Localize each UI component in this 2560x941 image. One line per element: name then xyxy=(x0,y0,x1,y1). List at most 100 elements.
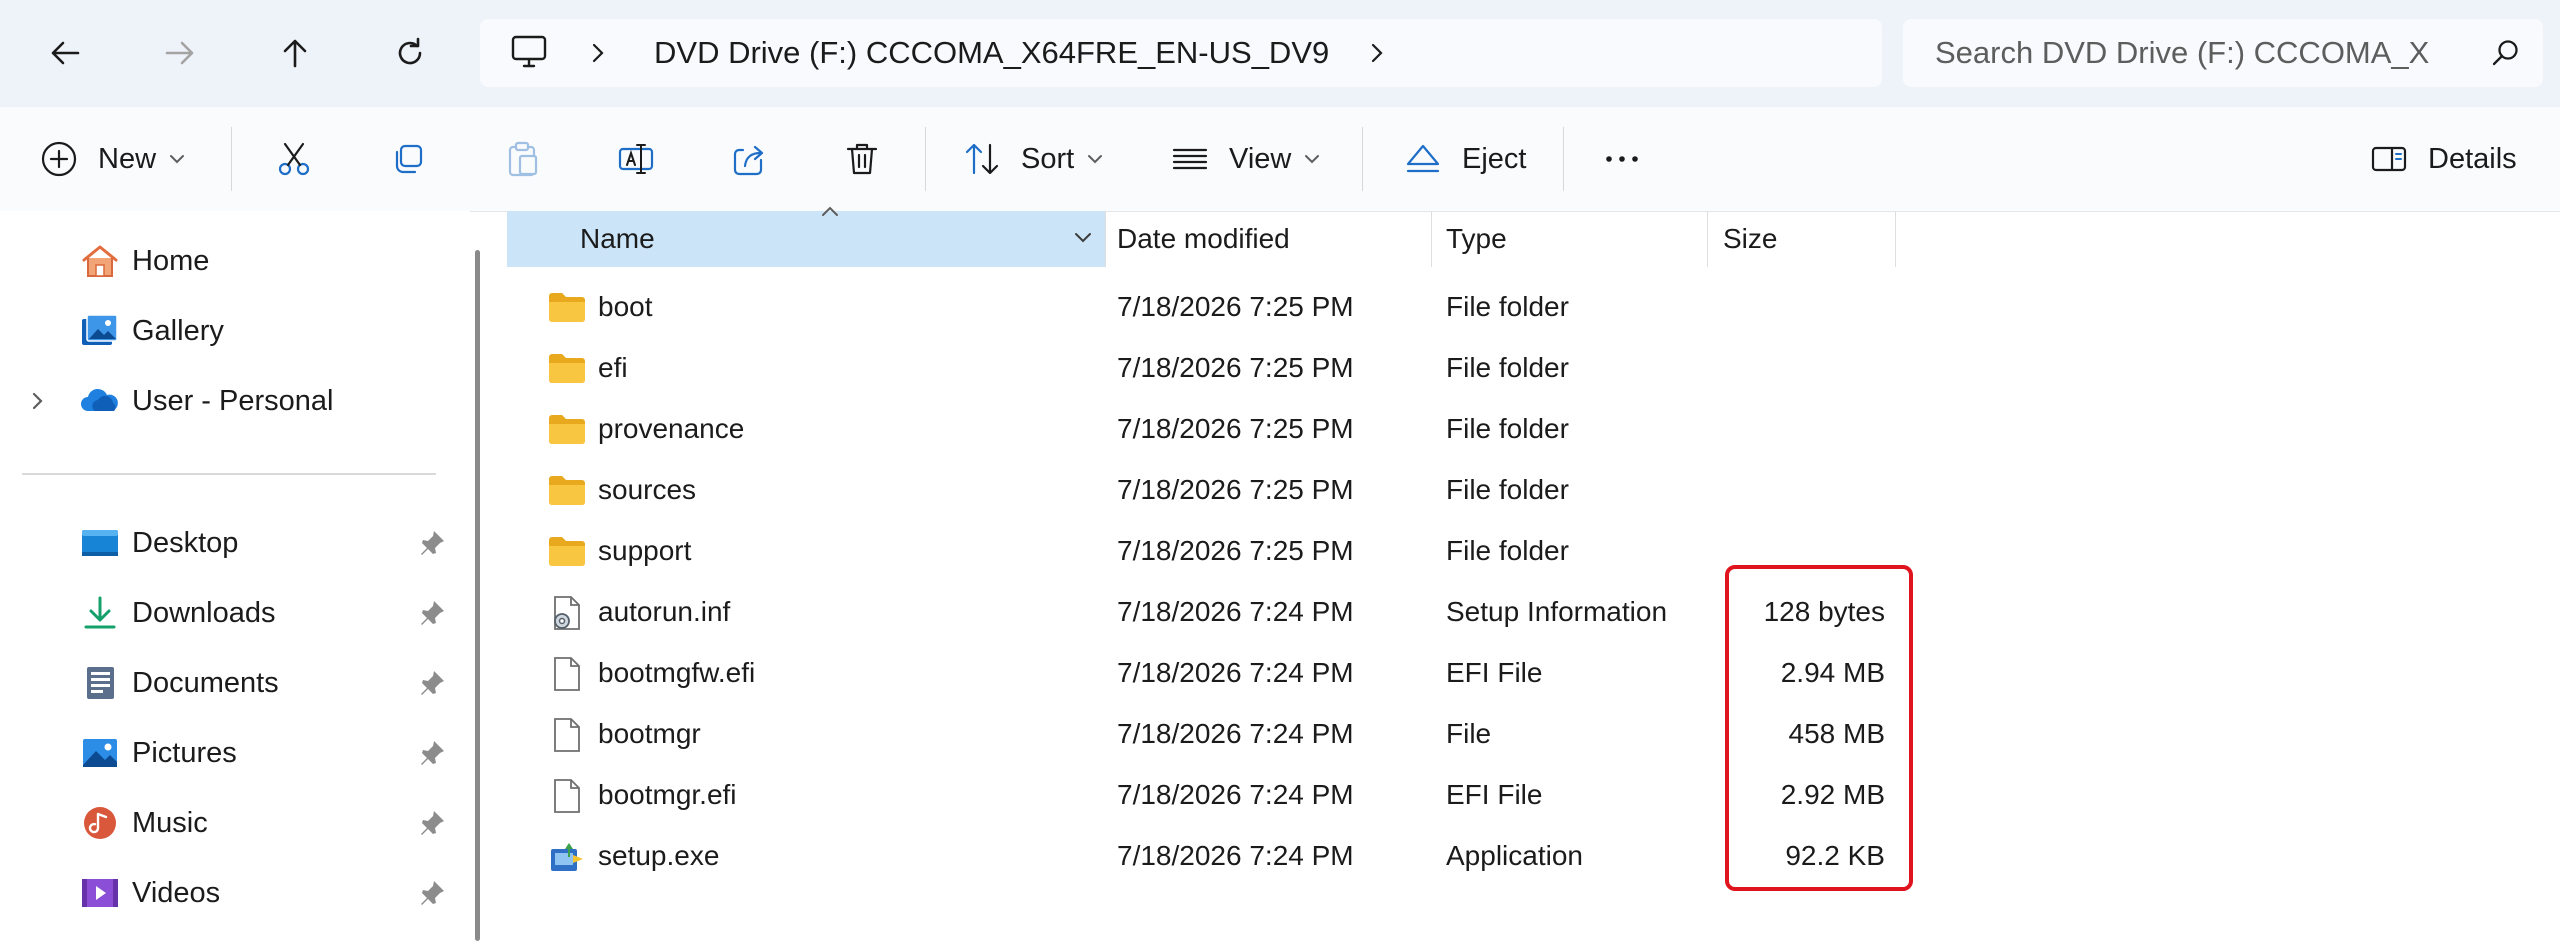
file-type: File folder xyxy=(1446,291,1569,322)
file-icon xyxy=(554,779,580,813)
search-placeholder[interactable]: Search DVD Drive (F:) CCCOMA_X xyxy=(1935,34,2467,72)
file-row[interactable]: autorun.inf 7/18/2026 7:24 PM Setup Info… xyxy=(505,582,1905,642)
details-pane-button[interactable]: Details xyxy=(2370,129,2517,189)
file-date: 7/18/2026 7:24 PM xyxy=(1117,779,1354,810)
file-row[interactable]: setup.exe 7/18/2026 7:24 PM Application … xyxy=(505,826,1905,886)
column-header-type[interactable]: Type xyxy=(1446,211,1507,267)
pin-icon[interactable] xyxy=(420,529,446,557)
column-header-date[interactable]: Date modified xyxy=(1117,211,1290,267)
file-row[interactable]: bootmgr.efi 7/18/2026 7:24 PM EFI File 2… xyxy=(505,765,1905,825)
toolbar-divider xyxy=(1362,127,1363,191)
chevron-right-icon[interactable] xyxy=(588,41,608,65)
chevron-down-icon[interactable] xyxy=(1072,209,1094,265)
file-name: support xyxy=(598,535,692,566)
pin-icon[interactable] xyxy=(420,669,446,697)
file-row[interactable]: efi 7/18/2026 7:25 PM File folder xyxy=(505,338,1905,398)
pin-icon[interactable] xyxy=(420,739,446,767)
desktop-icon xyxy=(82,530,118,556)
sidebar-item-videos[interactable]: Videos xyxy=(0,863,470,923)
view-label: View xyxy=(1229,142,1292,175)
sidebar-item-desktop[interactable]: Desktop xyxy=(0,513,470,573)
column-header-name[interactable]: Name xyxy=(507,206,1105,267)
file-row[interactable]: boot 7/18/2026 7:25 PM File folder xyxy=(505,277,1905,337)
sidebar-item-user-personal[interactable]: User - Personal xyxy=(0,371,470,431)
rename-button[interactable] xyxy=(617,129,655,189)
file-name: bootmgr.efi xyxy=(598,779,737,810)
address-path[interactable]: DVD Drive (F:) CCCOMA_X64FRE_EN-US_DV9 xyxy=(654,34,1329,72)
file-date: 7/18/2026 7:24 PM xyxy=(1117,657,1354,688)
back-button[interactable] xyxy=(34,22,96,84)
chevron-right-icon[interactable] xyxy=(1367,41,1387,65)
documents-icon xyxy=(87,667,114,699)
toolbar-divider xyxy=(231,127,232,191)
setup-exe-icon xyxy=(551,843,583,871)
file-type: Application xyxy=(1446,840,1583,871)
file-type: File folder xyxy=(1446,474,1569,505)
copy-icon xyxy=(395,144,423,174)
paste-button[interactable] xyxy=(503,129,541,189)
column-divider[interactable] xyxy=(1895,211,1896,267)
refresh-button[interactable] xyxy=(379,22,441,84)
pin-icon[interactable] xyxy=(420,879,446,907)
cut-button[interactable] xyxy=(275,129,313,189)
file-list: Name Date modified Type Size boot 7/18/2… xyxy=(505,206,2560,941)
sidebar-scrollbar[interactable] xyxy=(475,250,480,941)
column-divider[interactable] xyxy=(1431,211,1432,267)
forward-button[interactable] xyxy=(149,22,211,84)
folder-icon xyxy=(549,476,585,505)
delete-button[interactable] xyxy=(843,129,881,189)
new-label: New xyxy=(98,142,157,175)
sort-button[interactable]: Sort xyxy=(963,129,1104,189)
pictures-icon xyxy=(83,739,117,767)
address-field[interactable]: DVD Drive (F:) CCCOMA_X64FRE_EN-US_DV9 xyxy=(480,19,1882,87)
file-row[interactable]: bootmgr 7/18/2026 7:24 PM File 458 MB xyxy=(505,704,1905,764)
file-date: 7/18/2026 7:24 PM xyxy=(1117,718,1354,749)
more-options-button[interactable] xyxy=(1601,129,1643,189)
toolbar-divider xyxy=(925,127,926,191)
file-row[interactable]: bootmgfw.efi 7/18/2026 7:24 PM EFI File … xyxy=(505,643,1905,703)
expand-chevron-icon[interactable] xyxy=(28,387,48,415)
file-name: autorun.inf xyxy=(598,596,731,627)
chevron-down-icon xyxy=(1088,155,1103,164)
file-date: 7/18/2026 7:25 PM xyxy=(1117,474,1354,505)
view-button[interactable]: View xyxy=(1171,129,1321,189)
sidebar-item-gallery[interactable]: Gallery xyxy=(0,301,470,361)
file-date: 7/18/2026 7:25 PM xyxy=(1117,413,1354,444)
file-name: efi xyxy=(598,352,628,383)
pin-icon[interactable] xyxy=(420,809,446,837)
share-button[interactable] xyxy=(731,129,769,189)
sidebar-item-documents[interactable]: Documents xyxy=(0,653,470,713)
folder-icon xyxy=(549,293,585,322)
copy-button[interactable] xyxy=(389,129,427,189)
sidebar-divider xyxy=(22,473,436,475)
arrow-left-icon xyxy=(51,41,80,65)
file-name: bootmgr xyxy=(598,718,701,749)
this-pc-icon xyxy=(511,35,547,68)
new-button[interactable]: New xyxy=(40,129,186,189)
column-divider[interactable] xyxy=(1105,211,1106,267)
sidebar-item-downloads[interactable]: Downloads xyxy=(0,583,470,643)
videos-icon xyxy=(82,879,118,907)
sidebar-item-home[interactable]: Home xyxy=(0,231,470,291)
file-type: Setup Information xyxy=(1446,596,1668,627)
file-type: File xyxy=(1446,718,1492,749)
file-row[interactable]: support 7/18/2026 7:25 PM File folder xyxy=(505,521,1905,581)
column-divider[interactable] xyxy=(1707,211,1708,267)
sidebar-item-pictures[interactable]: Pictures xyxy=(0,723,470,783)
search-icon[interactable] xyxy=(2491,38,2521,68)
sidebar-item-music[interactable]: Music xyxy=(0,793,470,853)
file-row[interactable]: sources 7/18/2026 7:25 PM File folder xyxy=(505,460,1905,520)
column-header-size[interactable]: Size xyxy=(1723,211,1777,267)
file-type: EFI File xyxy=(1446,657,1543,688)
search-box[interactable]: Search DVD Drive (F:) CCCOMA_X xyxy=(1903,19,2543,87)
file-row[interactable]: provenance 7/18/2026 7:25 PM File folder xyxy=(505,399,1905,459)
file-name: setup.exe xyxy=(598,840,720,871)
clipboard-icon xyxy=(508,141,538,177)
plus-circle-icon xyxy=(41,141,77,177)
pin-icon[interactable] xyxy=(420,599,446,627)
file-icon xyxy=(554,657,580,691)
up-button[interactable] xyxy=(264,22,326,84)
address-bar-row: DVD Drive (F:) CCCOMA_X64FRE_EN-US_DV9 S… xyxy=(0,0,2560,107)
folder-icon xyxy=(549,537,585,566)
eject-button[interactable]: Eject xyxy=(1404,129,1526,189)
